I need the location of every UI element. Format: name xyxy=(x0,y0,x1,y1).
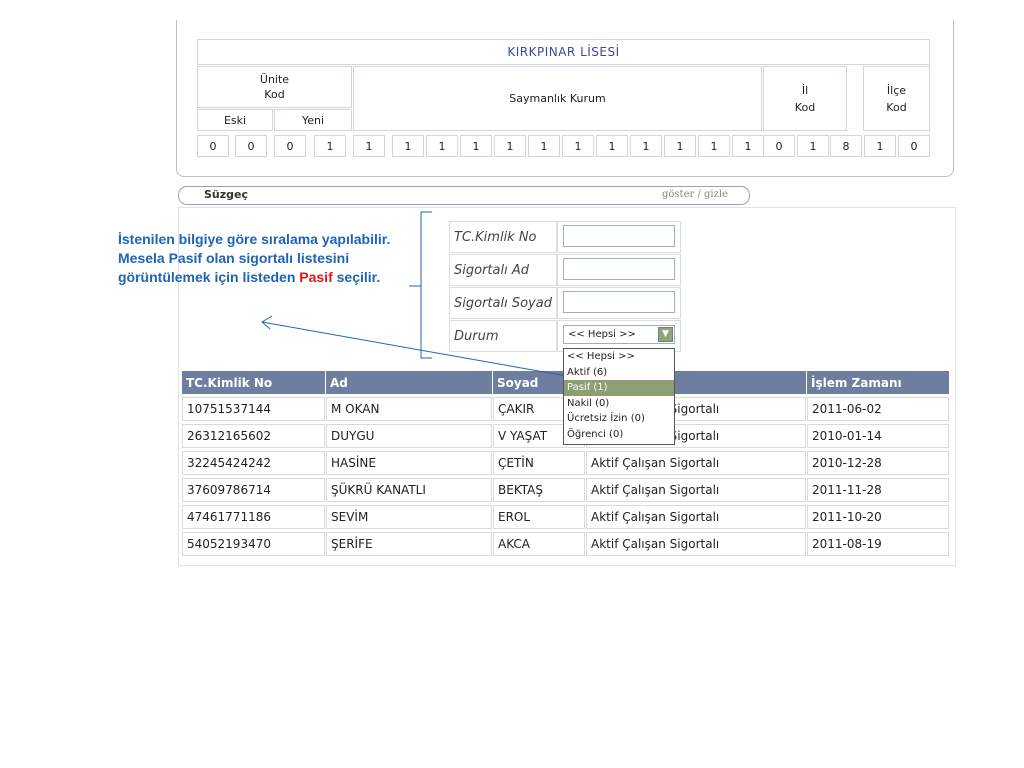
annotation-overlay xyxy=(261,211,580,383)
option-ogrenci[interactable]: Öğrenci (0) xyxy=(564,427,674,443)
annotation-bracket xyxy=(409,211,432,359)
option-nakil[interactable]: Nakil (0) xyxy=(564,396,674,412)
annotation-arrow-line xyxy=(261,321,579,379)
durum-dropdown-list[interactable]: << Hepsi >> Aktif (6) Pasif (1) Nakil (0… xyxy=(563,348,675,445)
option-ucretsiz-izin[interactable]: Ücretsiz İzin (0) xyxy=(564,411,674,427)
option-pasif[interactable]: Pasif (1) xyxy=(564,380,674,396)
option-hepsi[interactable]: << Hepsi >> xyxy=(564,349,674,365)
option-aktif[interactable]: Aktif (6) xyxy=(564,365,674,381)
